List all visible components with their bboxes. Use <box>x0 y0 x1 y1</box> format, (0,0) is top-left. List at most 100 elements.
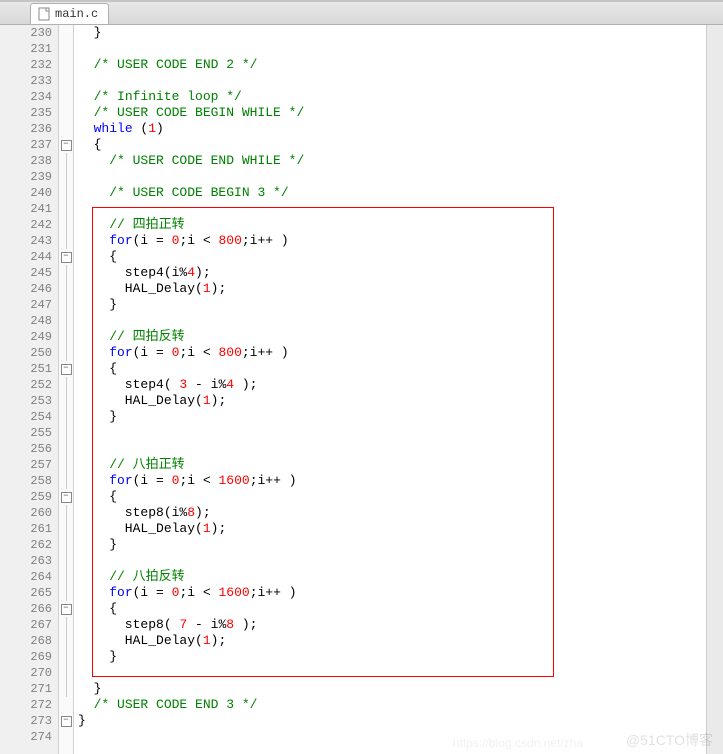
code-line[interactable]: HAL_Delay(1); <box>78 281 706 297</box>
fold-guide <box>59 25 73 41</box>
fold-minus-icon[interactable]: − <box>61 252 72 263</box>
fold-guide <box>59 153 73 169</box>
code-line[interactable]: /* Infinite loop */ <box>78 89 706 105</box>
code-line[interactable]: // 四拍正转 <box>78 217 706 233</box>
code-line[interactable] <box>78 665 706 681</box>
code-line[interactable] <box>78 201 706 217</box>
vertical-scrollbar[interactable] <box>706 25 723 754</box>
code-line[interactable]: { <box>78 137 706 153</box>
code-line[interactable]: HAL_Delay(1); <box>78 521 706 537</box>
fold-guide <box>59 409 73 425</box>
code-line[interactable]: /* USER CODE END 3 */ <box>78 697 706 713</box>
line-number: 241 <box>0 201 58 217</box>
line-number: 237 <box>0 137 58 153</box>
code-line[interactable]: } <box>78 25 706 41</box>
fold-toggle[interactable]: − <box>59 137 73 153</box>
fold-toggle[interactable]: − <box>59 489 73 505</box>
fold-minus-icon[interactable]: − <box>61 140 72 151</box>
code-line[interactable]: { <box>78 249 706 265</box>
line-number: 242 <box>0 217 58 233</box>
code-line[interactable]: /* USER CODE BEGIN 3 */ <box>78 185 706 201</box>
fold-minus-icon[interactable]: − <box>61 364 72 375</box>
code-line[interactable]: /* USER CODE BEGIN WHILE */ <box>78 105 706 121</box>
fold-minus-icon[interactable]: − <box>61 492 72 503</box>
code-line[interactable]: } <box>78 681 706 697</box>
code-line[interactable]: { <box>78 489 706 505</box>
line-number: 232 <box>0 57 58 73</box>
fold-toggle[interactable]: − <box>59 713 73 729</box>
line-number: 256 <box>0 441 58 457</box>
fold-minus-icon[interactable]: − <box>61 716 72 727</box>
code-line[interactable]: } <box>78 649 706 665</box>
code-line[interactable]: } <box>78 409 706 425</box>
code-area: 2302312322332342352362372382392402412422… <box>0 25 723 754</box>
code-line[interactable]: for(i = 0;i < 800;i++ ) <box>78 345 706 361</box>
fold-guide <box>59 217 73 233</box>
code-line[interactable] <box>78 73 706 89</box>
code-line[interactable]: step8( 7 - i%8 ); <box>78 617 706 633</box>
code-line[interactable] <box>78 41 706 57</box>
code-line[interactable] <box>78 729 706 745</box>
code-line[interactable] <box>78 169 706 185</box>
line-number: 262 <box>0 537 58 553</box>
editor-window: main.c 230231232233234235236237238239240… <box>0 0 723 754</box>
line-number: 274 <box>0 729 58 745</box>
code-line[interactable]: step4( 3 - i%4 ); <box>78 377 706 393</box>
fold-guide <box>59 457 73 473</box>
tab-bar: main.c <box>0 2 723 25</box>
fold-guide <box>59 233 73 249</box>
fold-guide <box>59 201 73 217</box>
code-line[interactable]: for(i = 0;i < 1600;i++ ) <box>78 473 706 489</box>
fold-guide <box>59 329 73 345</box>
code-line[interactable]: // 四拍反转 <box>78 329 706 345</box>
code-line[interactable]: // 八拍反转 <box>78 569 706 585</box>
fold-guide <box>59 649 73 665</box>
line-number: 234 <box>0 89 58 105</box>
code-line[interactable]: /* USER CODE END WHILE */ <box>78 153 706 169</box>
code-line[interactable]: // 八拍正转 <box>78 457 706 473</box>
fold-toggle[interactable]: − <box>59 361 73 377</box>
code-line[interactable]: } <box>78 297 706 313</box>
line-number: 248 <box>0 313 58 329</box>
tab-main-c[interactable]: main.c <box>30 3 109 24</box>
line-number: 261 <box>0 521 58 537</box>
fold-guide <box>59 505 73 521</box>
fold-toggle[interactable]: − <box>59 249 73 265</box>
fold-guide <box>59 345 73 361</box>
code-line[interactable]: { <box>78 601 706 617</box>
code-line[interactable]: for(i = 0;i < 800;i++ ) <box>78 233 706 249</box>
code-line[interactable]: step4(i%4); <box>78 265 706 281</box>
line-number: 254 <box>0 409 58 425</box>
code-line[interactable]: HAL_Delay(1); <box>78 633 706 649</box>
code-line[interactable]: step8(i%8); <box>78 505 706 521</box>
fold-guide <box>59 585 73 601</box>
code-text-area[interactable]: } /* USER CODE END 2 */ /* Infinite loop… <box>74 25 706 754</box>
line-number: 264 <box>0 569 58 585</box>
code-line[interactable] <box>78 313 706 329</box>
line-number: 251 <box>0 361 58 377</box>
code-line[interactable]: /* USER CODE END 2 */ <box>78 57 706 73</box>
fold-guide <box>59 89 73 105</box>
code-line[interactable]: for(i = 0;i < 1600;i++ ) <box>78 585 706 601</box>
code-line[interactable]: HAL_Delay(1); <box>78 393 706 409</box>
code-line[interactable]: { <box>78 361 706 377</box>
code-line[interactable] <box>78 441 706 457</box>
line-number: 239 <box>0 169 58 185</box>
code-line[interactable]: while (1) <box>78 121 706 137</box>
line-number: 255 <box>0 425 58 441</box>
fold-guide <box>59 57 73 73</box>
code-line[interactable]: } <box>78 537 706 553</box>
code-line[interactable] <box>78 553 706 569</box>
line-number: 259 <box>0 489 58 505</box>
fold-toggle[interactable]: − <box>59 601 73 617</box>
line-number: 243 <box>0 233 58 249</box>
fold-guide <box>59 681 73 697</box>
code-line[interactable]: } <box>78 713 706 729</box>
fold-guide <box>59 633 73 649</box>
line-number: 246 <box>0 281 58 297</box>
line-number: 258 <box>0 473 58 489</box>
code-line[interactable] <box>78 425 706 441</box>
line-number: 266 <box>0 601 58 617</box>
fold-minus-icon[interactable]: − <box>61 604 72 615</box>
line-number: 252 <box>0 377 58 393</box>
